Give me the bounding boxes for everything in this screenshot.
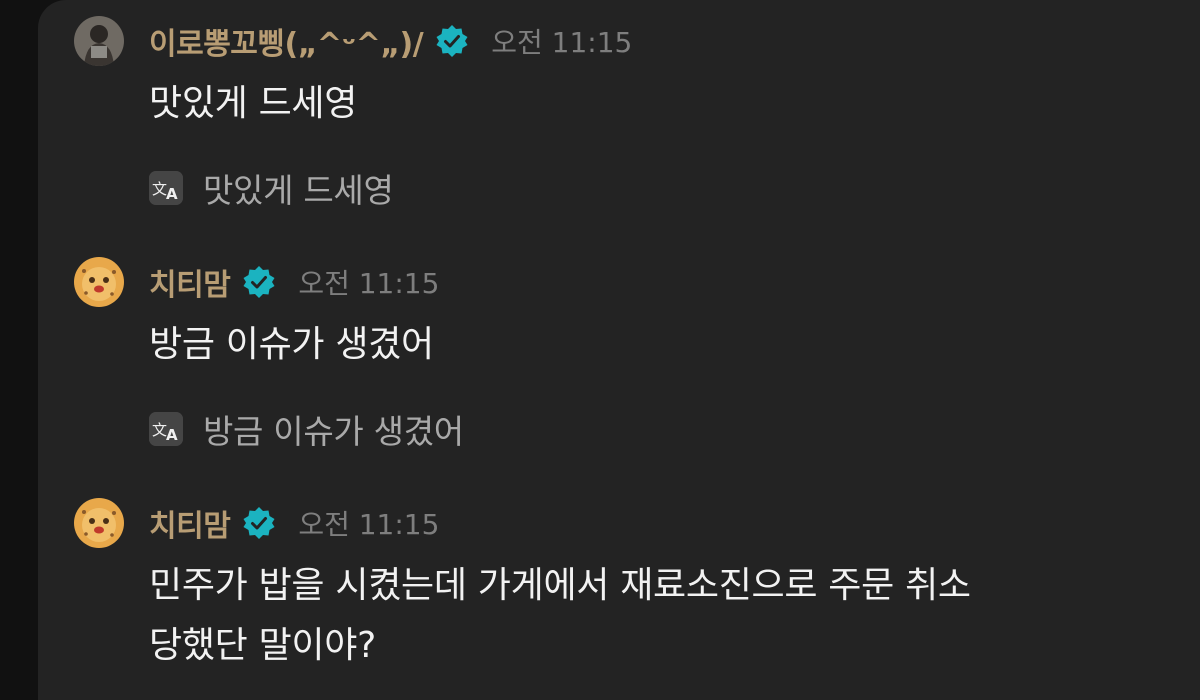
message-line: 방금 이슈가 생겼어 [149, 324, 434, 365]
avatar[interactable] [74, 257, 124, 307]
message-header: 이로뽕꼬삥(„^ᵕ^„)/ 오전 11:15 [149, 16, 632, 66]
username[interactable]: 치티맘 [149, 260, 231, 304]
message-text: 방금 이슈가 생겼어 [149, 315, 434, 375]
translation[interactable]: 文 A 맛있게 드세영 [149, 164, 394, 212]
message-line: 맛있게 드세영 [149, 83, 358, 124]
translation[interactable]: 文 A 방금 이슈가 생겼어 [149, 405, 464, 453]
message-line: 당했단 말이야? [149, 625, 376, 666]
translation-text: 맛있게 드세영 [203, 171, 394, 210]
verified-badge-icon [243, 507, 275, 539]
verified-badge-icon [243, 266, 275, 298]
svg-text:A: A [166, 185, 178, 203]
timestamp: 오전 11:15 [491, 26, 633, 59]
svg-text:文: 文 [152, 421, 167, 439]
timestamp: 오전 11:15 [298, 267, 440, 300]
translate-icon[interactable]: 文 A [149, 171, 183, 205]
username[interactable]: 치티맘 [149, 501, 231, 545]
message-line: 민주가 밥을 시켰는데 가게에서 재료소진으로 주문 취소 [149, 565, 971, 606]
avatar[interactable] [74, 16, 124, 66]
message-text: 민주가 밥을 시켰는데 가게에서 재료소진으로 주문 취소 당했단 말이야? [149, 556, 971, 676]
avatar[interactable] [74, 498, 124, 548]
message-header: 치티맘 오전 11:15 [149, 257, 439, 307]
translate-icon[interactable]: 文 A [149, 412, 183, 446]
message-text: 맛있게 드세영 [149, 74, 357, 134]
username[interactable]: 이로뽕꼬삥(„^ᵕ^„)/ [149, 19, 424, 63]
verified-badge-icon [436, 25, 468, 57]
message-header: 치티맘 오전 11:15 [149, 498, 439, 548]
svg-text:A: A [166, 426, 178, 444]
chat-panel: 이로뽕꼬삥(„^ᵕ^„)/ 오전 11:15 맛있게 드세영 文 A 맛있게 드… [38, 0, 1200, 700]
timestamp: 오전 11:15 [298, 508, 440, 541]
translation-text: 방금 이슈가 생겼어 [203, 412, 464, 451]
svg-text:文: 文 [152, 180, 167, 198]
